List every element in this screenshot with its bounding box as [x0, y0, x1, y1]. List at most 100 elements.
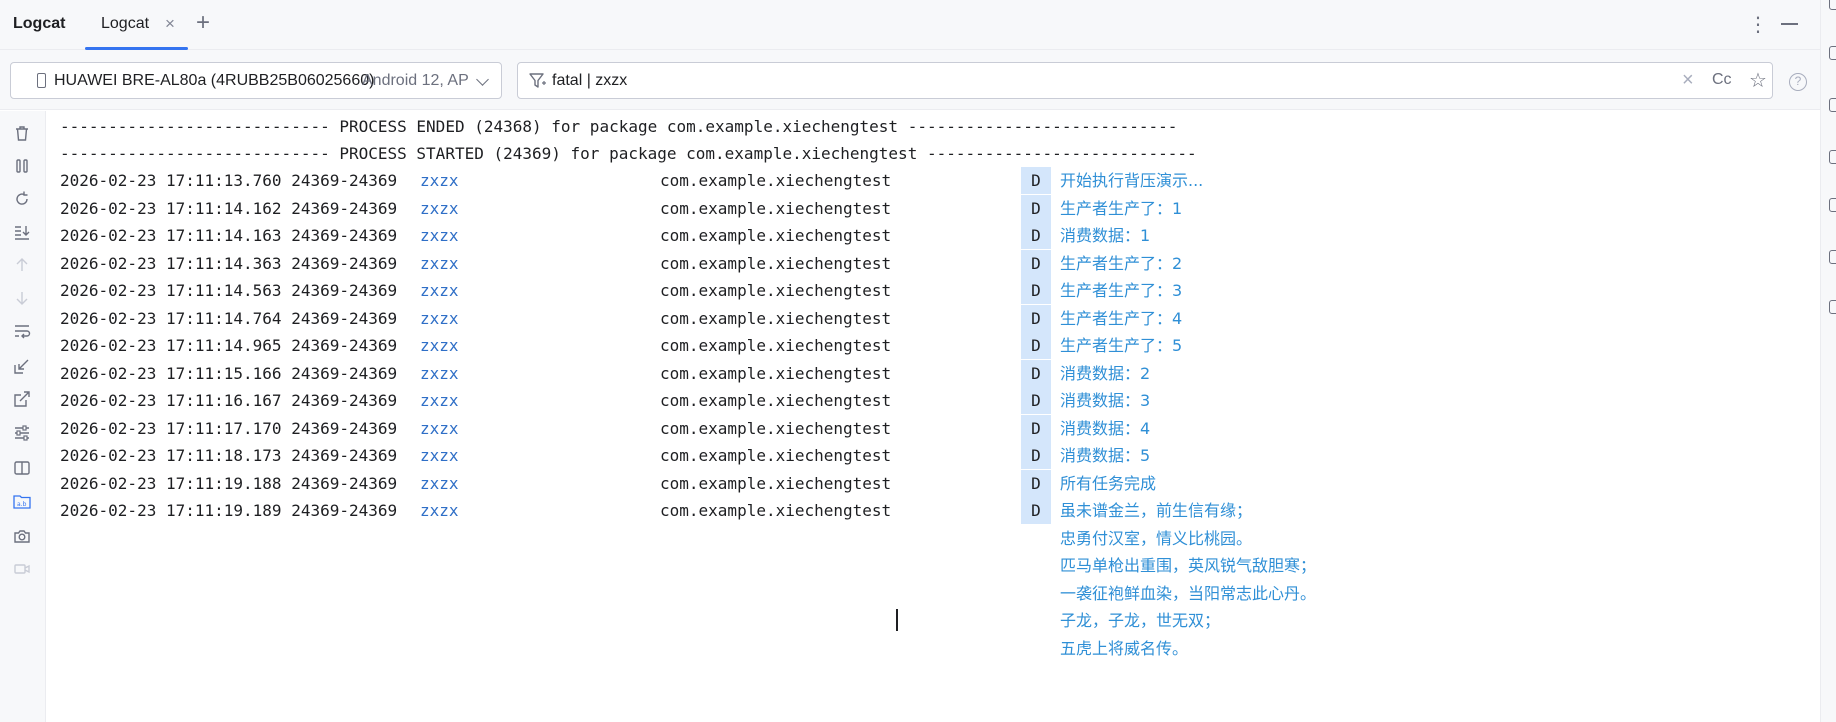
- code-icon[interactable]: [1829, 198, 1836, 212]
- clear-filter-icon[interactable]: ×: [1682, 69, 1694, 92]
- log-tag: zxzx: [420, 171, 459, 190]
- import-icon[interactable]: [12, 356, 32, 376]
- log-tag: zxzx: [420, 198, 459, 218]
- scroll-to-end-icon[interactable]: [12, 222, 32, 242]
- log-level: D: [1021, 249, 1051, 277]
- notifications-icon[interactable]: [1829, 98, 1836, 112]
- log-message: 消费数据：4: [1060, 418, 1151, 438]
- split-icon[interactable]: [12, 458, 32, 478]
- log-entry: 2026-02-23 17:11:14.363 24369-24369 zxzx c…: [47, 249, 1807, 277]
- log-message: 开始执行背压演示...: [1060, 171, 1204, 190]
- log-level: D: [1021, 442, 1051, 469]
- down-icon[interactable]: [12, 288, 32, 308]
- log-timestamp: 2026-02-23 17:11:14.163 24369-24369: [60, 226, 398, 245]
- log-entry: 2026-02-23 17:11:13.760 24369-24369 zxzx c…: [47, 167, 1807, 194]
- filter-input[interactable]: [552, 69, 1652, 93]
- log-level: D: [1021, 469, 1051, 497]
- log-level: D: [1021, 167, 1051, 194]
- log-timestamp: 2026-02-23 17:11:14.363 24369-24369: [60, 253, 398, 273]
- log-tag: zxzx: [420, 363, 459, 383]
- restart-icon[interactable]: [12, 189, 32, 209]
- log-entry: 2026-02-23 17:11:17.170 24369-24369 zxzx c…: [47, 414, 1807, 442]
- tab-bar: Logcat Logcat × + ⋮: [0, 0, 1820, 50]
- log-package: com.example.xiechengtest: [660, 501, 892, 520]
- left-toolbar: a.b: [0, 111, 46, 722]
- process-started-line: ---------------------------- PROCESS STA…: [60, 144, 1197, 163]
- gradle-icon[interactable]: [1829, 150, 1836, 164]
- log-package: com.example.xiechengtest: [660, 308, 892, 328]
- log-level: D: [1021, 497, 1051, 524]
- log-entry: 2026-02-23 17:11:14.163 24369-24369 zxzx c…: [47, 222, 1807, 249]
- log-tag: zxzx: [420, 336, 459, 355]
- log-level: D: [1021, 277, 1051, 304]
- log-entry: 2026-02-23 17:11:15.166 24369-24369 zxzx c…: [47, 359, 1807, 387]
- log-package: com.example.xiechengtest: [660, 418, 892, 438]
- log-tag: zxzx: [420, 446, 459, 465]
- minimize-icon[interactable]: [1781, 23, 1798, 25]
- log-package: com.example.xiechengtest: [660, 253, 892, 273]
- log-package: com.example.xiechengtest: [660, 363, 892, 383]
- log-level: D: [1021, 387, 1051, 414]
- log-message: 生产者生产了：5: [1060, 336, 1183, 355]
- log-timestamp: 2026-02-23 17:11:16.167 24369-24369: [60, 391, 398, 410]
- help-icon[interactable]: ?: [1789, 73, 1807, 91]
- device-selector[interactable]: HUAWEI BRE-AL80a (4RUBB25B06025660) Andr…: [10, 62, 502, 99]
- log-tag: zxzx: [420, 391, 459, 410]
- trash-icon[interactable]: [12, 123, 32, 143]
- filter-row: HUAWEI BRE-AL80a (4RUBB25B06025660) Andr…: [0, 50, 1820, 110]
- log-message: 虽未谱金兰，前生信有缘；: [1060, 501, 1253, 520]
- log-message-continuation: 一袭征袍鲜血染，当阳常志此心丹。: [1060, 583, 1317, 603]
- camera-icon[interactable]: [12, 526, 32, 546]
- log-message-continuation: 匹马单枪出重围，英风锐气敌胆寒；: [1060, 556, 1317, 575]
- profiler-icon[interactable]: [1829, 300, 1836, 314]
- log-level: D: [1021, 359, 1051, 387]
- filter-icon[interactable]: [528, 72, 548, 90]
- log-entry: 2026-02-23 17:11:19.188 24369-24369 zxzx c…: [47, 469, 1807, 497]
- log-entry: 2026-02-23 17:11:16.167 24369-24369 zxzx c…: [47, 387, 1807, 414]
- settings-icon[interactable]: [12, 423, 32, 443]
- log-package: com.example.xiechengtest: [660, 281, 892, 300]
- log-tag: zxzx: [420, 308, 459, 328]
- chevron-down-icon: [476, 73, 489, 86]
- up-icon[interactable]: [12, 255, 32, 275]
- log-level: D: [1021, 194, 1051, 222]
- folder-ab-icon[interactable]: a.b: [12, 491, 32, 511]
- running-devices-icon[interactable]: [1829, 46, 1836, 60]
- log-entry: 2026-02-23 17:11:18.173 24369-24369 zxzx c…: [47, 442, 1807, 469]
- log-package: com.example.xiechengtest: [660, 171, 892, 190]
- device-android-version: Android 12, AP: [362, 72, 469, 89]
- favorite-filter-icon[interactable]: ☆: [1749, 68, 1767, 93]
- soft-wrap-icon[interactable]: [12, 321, 32, 341]
- pause-icon[interactable]: [12, 156, 32, 176]
- log-message: 生产者生产了：1: [1060, 198, 1183, 218]
- log-view[interactable]: ---------------------------- PROCESS END…: [47, 111, 1820, 722]
- device-name: HUAWEI BRE-AL80a (4RUBB25B06025660): [54, 72, 375, 89]
- tab-close-icon[interactable]: ×: [165, 14, 175, 34]
- log-timestamp: 2026-02-23 17:11:17.170 24369-24369: [60, 418, 398, 438]
- log-package: com.example.xiechengtest: [660, 446, 892, 465]
- log-message: 消费数据：1: [1060, 226, 1151, 245]
- device-manager-icon[interactable]: [1829, 0, 1836, 10]
- log-message-continuation: 子龙，子龙，世无双；: [1060, 611, 1221, 630]
- layout-inspector-icon[interactable]: [1829, 250, 1836, 264]
- log-package: com.example.xiechengtest: [660, 336, 892, 355]
- log-package: com.example.xiechengtest: [660, 226, 892, 245]
- log-tag: zxzx: [420, 226, 459, 245]
- add-tab-button[interactable]: +: [196, 9, 210, 37]
- log-entry: 2026-02-23 17:11:14.764 24369-24369 zxzx c…: [47, 304, 1807, 332]
- log-timestamp: 2026-02-23 17:11:15.166 24369-24369: [60, 363, 398, 383]
- process-ended-line: ---------------------------- PROCESS END…: [60, 117, 1178, 136]
- tab-logcat[interactable]: Logcat ×: [85, 0, 188, 50]
- video-icon[interactable]: [12, 559, 32, 579]
- more-options-icon[interactable]: ⋮: [1748, 12, 1768, 37]
- log-timestamp: 2026-02-23 17:11:14.563 24369-24369: [60, 281, 398, 300]
- log-package: com.example.xiechengtest: [660, 198, 892, 218]
- log-timestamp: 2026-02-23 17:11:18.173 24369-24369: [60, 446, 398, 465]
- log-message: 消费数据：2: [1060, 363, 1151, 383]
- filter-box: × Cc ☆: [517, 62, 1773, 99]
- tab-label: Logcat: [101, 15, 150, 32]
- log-message: 消费数据：3: [1060, 391, 1151, 410]
- log-message: 生产者生产了：2: [1060, 253, 1183, 273]
- match-case-button[interactable]: Cc: [1712, 71, 1732, 89]
- export-icon[interactable]: [12, 389, 32, 409]
